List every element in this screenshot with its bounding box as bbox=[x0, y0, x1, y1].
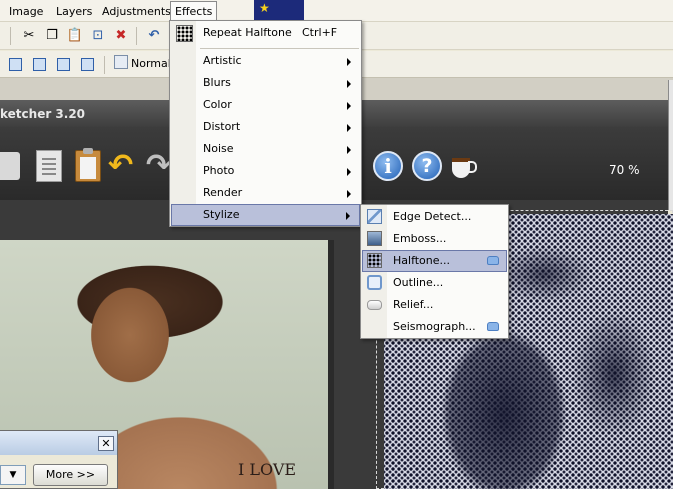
submenu-arrow-icon bbox=[347, 58, 351, 66]
outline-icon bbox=[367, 275, 382, 290]
menu-item-label: Color bbox=[203, 98, 232, 111]
edge-detect-icon bbox=[367, 209, 382, 224]
menu-item-emboss[interactable]: Emboss... bbox=[362, 228, 507, 250]
toolbar-separator bbox=[136, 27, 137, 45]
photo-border bbox=[328, 240, 334, 489]
menu-item-label: Distort bbox=[203, 120, 241, 133]
menu-item-repeat-halftone[interactable]: Repeat Halftone Ctrl+F bbox=[171, 22, 360, 44]
menu-item-label: Render bbox=[203, 186, 243, 199]
selection-mode-replace-icon[interactable] bbox=[6, 55, 24, 73]
menu-item-label: Emboss... bbox=[393, 232, 447, 245]
selection-mode-exclude-icon[interactable] bbox=[54, 55, 72, 73]
menu-image[interactable]: Image bbox=[6, 3, 46, 20]
chevron-down-icon: ▼ bbox=[9, 470, 17, 480]
menu-item-blurs[interactable]: Blurs bbox=[171, 72, 360, 94]
info-icon[interactable]: i bbox=[373, 151, 403, 181]
menu-adjustments[interactable]: Adjustments bbox=[99, 3, 174, 20]
menu-item-distort[interactable]: Distort bbox=[171, 116, 360, 138]
photo-tattoo-text: I LOVE bbox=[238, 460, 297, 479]
help-icon[interactable]: ? bbox=[412, 151, 442, 181]
more-button[interactable]: More >> bbox=[33, 464, 108, 486]
submenu-arrow-icon bbox=[347, 80, 351, 88]
small-dialog: ✕ ▼ More >> bbox=[0, 430, 118, 489]
star-icon: ★ bbox=[259, 1, 270, 15]
menu-item-label: Stylize bbox=[203, 208, 240, 221]
menu-item-label: Artistic bbox=[203, 54, 242, 67]
menu-item-photo[interactable]: Photo bbox=[171, 160, 360, 182]
emboss-icon bbox=[367, 231, 382, 246]
submenu-arrow-icon bbox=[347, 146, 351, 154]
relief-icon bbox=[367, 300, 382, 310]
menu-shortcut: Ctrl+F bbox=[302, 26, 338, 39]
clipboard-icon[interactable] bbox=[75, 148, 101, 182]
menu-item-seismograph[interactable]: Seismograph... bbox=[362, 316, 507, 338]
submenu-arrow-icon bbox=[347, 190, 351, 198]
menu-item-label: Noise bbox=[203, 142, 234, 155]
redo-arrow-icon[interactable]: ↷ bbox=[146, 150, 171, 182]
deselect-icon[interactable]: ✖ bbox=[112, 26, 130, 44]
halftone-icon bbox=[367, 253, 382, 268]
blend-mode-icon bbox=[114, 55, 128, 69]
submenu-arrow-icon bbox=[347, 102, 351, 110]
copy-icon[interactable]: ❐ bbox=[43, 26, 61, 44]
menu-item-label: Halftone... bbox=[393, 254, 451, 267]
coffee-cup-icon[interactable] bbox=[450, 154, 477, 178]
halftone-icon bbox=[176, 25, 193, 42]
plugin-icon bbox=[487, 322, 499, 331]
submenu-arrow-icon bbox=[346, 212, 350, 220]
image-thumbnail-tab[interactable]: ★ bbox=[254, 0, 304, 22]
plugin-icon bbox=[487, 256, 499, 265]
selection-mode-intersect-icon[interactable] bbox=[78, 55, 96, 73]
submenu-arrow-icon bbox=[347, 168, 351, 176]
scissors-icon[interactable]: ✂ bbox=[20, 26, 38, 44]
menu-item-render[interactable]: Render bbox=[171, 182, 360, 204]
menu-item-halftone[interactable]: Halftone... bbox=[362, 250, 507, 272]
menu-bar: Image Layers Adjustments Effects ★ bbox=[0, 0, 673, 22]
save-icon[interactable] bbox=[0, 152, 20, 180]
menu-effects[interactable]: Effects bbox=[170, 1, 218, 22]
blend-mode-select[interactable]: Normal bbox=[131, 57, 171, 70]
menu-item-label: Blurs bbox=[203, 76, 231, 89]
close-icon[interactable]: ✕ bbox=[98, 436, 114, 451]
menu-item-artistic[interactable]: Artistic bbox=[171, 50, 360, 72]
side-panel-edge bbox=[668, 80, 673, 210]
menu-item-outline[interactable]: Outline... bbox=[362, 272, 507, 294]
crop-icon[interactable]: ⊡ bbox=[89, 26, 107, 44]
effects-menu: Repeat Halftone Ctrl+F Artistic Blurs Co… bbox=[169, 20, 362, 227]
undo-icon[interactable]: ↶ bbox=[145, 26, 163, 44]
menu-item-stylize[interactable]: Stylize bbox=[171, 204, 360, 226]
toolbar-separator bbox=[104, 56, 105, 74]
menu-item-relief[interactable]: Relief... bbox=[362, 294, 507, 316]
menu-item-label: Outline... bbox=[393, 276, 444, 289]
paste-icon[interactable]: 📋 bbox=[66, 26, 84, 44]
dialog-dropdown[interactable]: ▼ bbox=[0, 465, 26, 485]
menu-item-edge-detect[interactable]: Edge Detect... bbox=[362, 206, 507, 228]
sketcher-title: ketcher 3.20 bbox=[0, 107, 86, 121]
menu-item-label: Edge Detect... bbox=[393, 210, 472, 223]
menu-separator bbox=[200, 48, 359, 49]
menu-item-label: Seismograph... bbox=[393, 320, 476, 333]
undo-arrow-icon[interactable]: ↶ bbox=[108, 150, 140, 182]
menu-item-color[interactable]: Color bbox=[171, 94, 360, 116]
selection-mode-union-icon[interactable] bbox=[30, 55, 48, 73]
toolbar-separator bbox=[10, 27, 11, 45]
menu-item-label: Relief... bbox=[393, 298, 434, 311]
menu-item-label: Repeat Halftone bbox=[203, 26, 292, 39]
zoom-level: 70 % bbox=[609, 163, 640, 177]
menu-item-noise[interactable]: Noise bbox=[171, 138, 360, 160]
submenu-arrow-icon bbox=[347, 124, 351, 132]
new-document-icon[interactable] bbox=[36, 150, 62, 182]
menu-item-label: Photo bbox=[203, 164, 235, 177]
menu-layers[interactable]: Layers bbox=[53, 3, 95, 20]
stylize-submenu: Edge Detect... Emboss... Halftone... Out… bbox=[360, 204, 509, 339]
